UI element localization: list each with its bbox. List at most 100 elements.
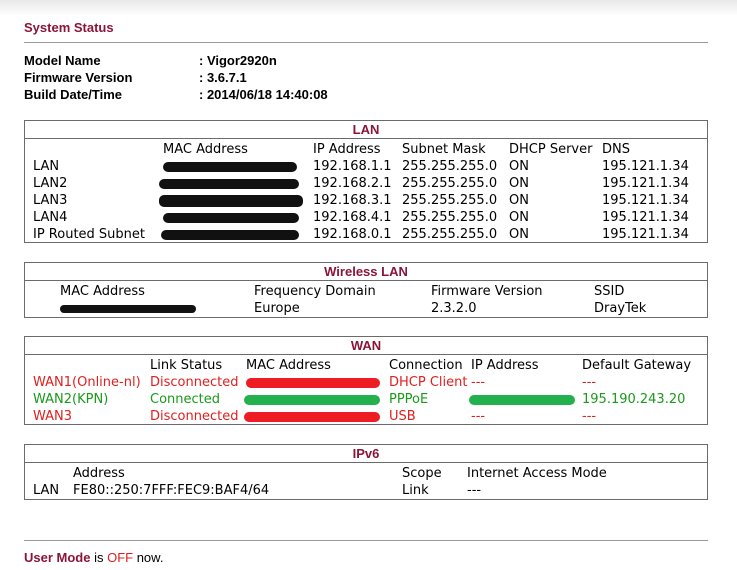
footer-divider: [24, 540, 708, 541]
lan-row-name: LAN4: [33, 210, 68, 225]
lan-row-dns: 195.121.1.34: [602, 159, 689, 174]
wan3-connection: USB: [389, 409, 416, 424]
system-info: Model Name : Vigor2920n Firmware Version…: [24, 52, 524, 103]
redacted-mac: [244, 395, 380, 405]
wan1-status: Disconnected: [150, 375, 239, 390]
build-date-label: Build Date/Time: [24, 87, 123, 102]
table-row: WAN1(Online-nl) Disconnected DHCP Client…: [25, 374, 707, 391]
redacted-mac: [161, 230, 299, 240]
ipv6-col-scope: Scope: [402, 466, 442, 481]
ipv6-row-name: LAN: [33, 483, 60, 498]
wan-header-row: Link Status MAC Address Connection IP Ad…: [25, 357, 707, 374]
wan-col-gw: Default Gateway: [582, 358, 692, 373]
wan2-name: WAN2(KPN): [33, 392, 109, 407]
wan2-connection: PPPoE: [389, 392, 429, 407]
build-date-value: : 2014/06/18 14:40:08: [199, 87, 328, 102]
lan-col-mac: MAC Address: [163, 142, 248, 157]
lan-row-dhcp: ON: [509, 210, 529, 225]
redacted-mac: [159, 195, 303, 207]
ipv6-row-access: ---: [467, 483, 482, 498]
page-title: System Status: [24, 20, 114, 35]
wireless-fw-value: 2.3.2.0: [431, 301, 477, 316]
model-name-row: Model Name : Vigor2920n: [24, 52, 524, 69]
wireless-col-mac: MAC Address: [60, 284, 145, 299]
wireless-panel-title: Wireless LAN: [25, 263, 707, 281]
lan-row-dns: 195.121.1.34: [602, 210, 689, 225]
lan-row-name: LAN2: [33, 176, 68, 191]
title-divider: [24, 42, 708, 43]
wan3-ip: ---: [471, 409, 486, 424]
lan-col-dns: DNS: [602, 142, 630, 157]
lan-row-dhcp: ON: [509, 159, 529, 174]
wireless-ssid-value: DrayTek: [594, 301, 647, 316]
wireless-col-freq: Frequency Domain: [254, 284, 376, 299]
wan-col-ip: IP Address: [471, 358, 539, 373]
lan-row-ip: 192.168.4.1: [313, 210, 392, 225]
ipv6-panel-title: IPv6: [25, 445, 707, 463]
lan-row-dns: 195.121.1.34: [602, 227, 689, 242]
wan-panel: WAN Link Status MAC Address Connection I…: [24, 336, 708, 425]
lan-row-dns: 195.121.1.34: [602, 176, 689, 191]
redacted-mac: [246, 378, 380, 388]
redacted-mac: [163, 213, 299, 223]
ipv6-col-address: Address: [73, 466, 125, 481]
table-row: LAN 192.168.1.1 255.255.255.0 ON 195.121…: [25, 158, 707, 175]
wireless-freq-value: Europe: [254, 301, 300, 316]
lan-panel-title: LAN: [25, 121, 707, 139]
lan-row-dhcp: ON: [509, 176, 529, 191]
lan-row-ip: 192.168.3.1: [313, 193, 392, 208]
user-mode-state: OFF: [107, 550, 134, 565]
wan3-status: Disconnected: [150, 409, 239, 424]
wan2-status: Connected: [150, 392, 221, 407]
lan-panel: LAN MAC Address IP Address Subnet Mask D…: [24, 120, 708, 243]
lan-row-mask: 255.255.255.0: [402, 176, 498, 191]
wireless-panel: Wireless LAN MAC Address Frequency Domai…: [24, 262, 708, 318]
lan-row-name: LAN3: [33, 193, 68, 208]
wan1-name: WAN1(Online-nl): [33, 375, 141, 390]
redacted-mac: [163, 162, 297, 172]
wan-col-conn: Connection: [389, 358, 463, 373]
lan-col-mask: Subnet Mask: [402, 142, 486, 157]
ipv6-row-address: FE80::250:7FFF:FEC9:BAF4/64: [73, 483, 270, 498]
lan-row-mask: 255.255.255.0: [402, 210, 498, 225]
wan1-ip: ---: [471, 375, 486, 390]
ipv6-panel: IPv6 Address Scope Internet Access Mode …: [24, 444, 708, 500]
firmware-version-row: Firmware Version : 3.6.7.1: [24, 69, 524, 86]
ipv6-row-scope: Link: [402, 483, 429, 498]
lan-row-dhcp: ON: [509, 227, 529, 242]
lan-row-ip: 192.168.2.1: [313, 176, 392, 191]
user-mode-status: User Mode is OFF now.: [24, 550, 163, 565]
wan3-gateway: ---: [582, 409, 597, 424]
wan1-gateway: ---: [582, 375, 597, 390]
lan-row-ip: 192.168.0.1: [313, 227, 392, 242]
table-row: LAN FE80::250:7FFF:FEC9:BAF4/64 Link ---: [25, 482, 707, 499]
wan2-gateway: 195.190.243.20: [582, 392, 686, 407]
firmware-version-label: Firmware Version: [24, 70, 133, 85]
table-row: LAN3 192.168.3.1 255.255.255.0 ON 195.12…: [25, 192, 707, 209]
lan-col-ip: IP Address: [313, 142, 381, 157]
table-row: Europe 2.3.2.0 DrayTek: [25, 300, 707, 317]
ipv6-header-row: Address Scope Internet Access Mode: [25, 465, 707, 482]
table-row: WAN3 Disconnected USB --- ---: [25, 408, 707, 425]
build-date-row: Build Date/Time : 2014/06/18 14:40:08: [24, 86, 524, 103]
ipv6-col-access: Internet Access Mode: [467, 466, 607, 481]
wan3-name: WAN3: [33, 409, 73, 424]
lan-row-dhcp: ON: [509, 193, 529, 208]
lan-col-dhcp: DHCP Server: [509, 142, 593, 157]
wireless-col-ssid: SSID: [594, 284, 625, 299]
lan-row-name: IP Routed Subnet: [33, 227, 146, 242]
wan-panel-title: WAN: [25, 337, 707, 355]
redacted-mac: [159, 179, 299, 189]
top-gradient: [0, 0, 737, 16]
user-mode-suffix: now.: [133, 550, 164, 565]
firmware-version-value: : 3.6.7.1: [199, 70, 247, 85]
model-name-value: : Vigor2920n: [199, 53, 277, 68]
wan-col-mac: MAC Address: [246, 358, 331, 373]
lan-row-mask: 255.255.255.0: [402, 193, 498, 208]
redacted-ip: [469, 395, 575, 405]
wireless-header-row: MAC Address Frequency Domain Firmware Ve…: [25, 283, 707, 300]
lan-row-dns: 195.121.1.34: [602, 193, 689, 208]
redacted-mac: [244, 412, 380, 422]
wan1-connection: DHCP Client: [389, 375, 468, 390]
lan-header-row: MAC Address IP Address Subnet Mask DHCP …: [25, 141, 707, 158]
